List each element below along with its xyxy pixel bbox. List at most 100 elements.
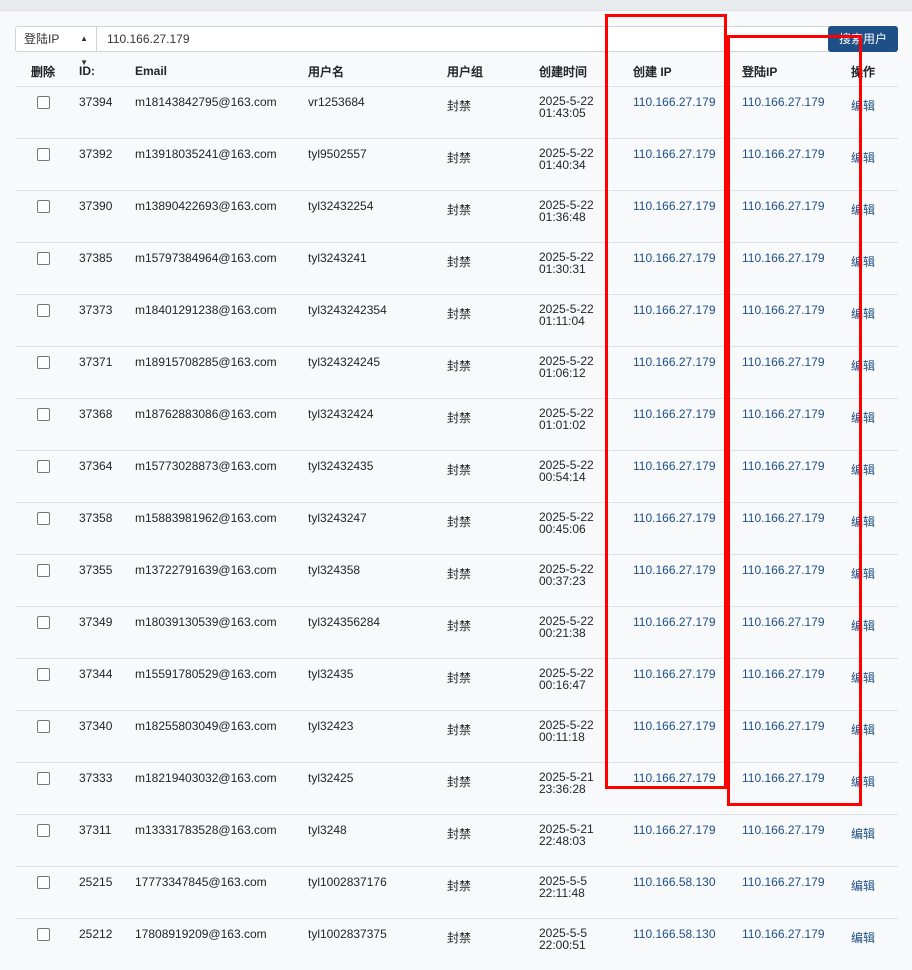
created-ip-link[interactable]: 110.166.27.179	[633, 459, 716, 473]
edit-link[interactable]: 编辑	[851, 203, 875, 217]
login-ip-link[interactable]: 110.166.27.179	[742, 355, 825, 369]
edit-link[interactable]: 编辑	[851, 151, 875, 165]
login-ip-link[interactable]: 110.166.27.179	[742, 95, 825, 109]
edit-link[interactable]: 编辑	[851, 775, 875, 789]
login-ip-link[interactable]: 110.166.27.179	[742, 251, 825, 265]
row-created-time: 2025-5-2201:11:04	[531, 295, 625, 347]
row-created-ip: 110.166.27.179	[625, 347, 734, 399]
login-ip-link[interactable]: 110.166.27.179	[742, 771, 825, 785]
edit-link[interactable]: 编辑	[851, 931, 875, 945]
edit-link[interactable]: 编辑	[851, 827, 875, 841]
search-field-select[interactable]: 登陆IP ▲▼	[15, 26, 97, 52]
created-ip-link[interactable]: 110.166.58.130	[633, 875, 716, 889]
delete-checkbox[interactable]	[37, 512, 50, 525]
row-created-time: 2025-5-2123:36:28	[531, 763, 625, 815]
created-ip-link[interactable]: 110.166.27.179	[633, 407, 716, 421]
login-ip-link[interactable]: 110.166.27.179	[742, 719, 825, 733]
row-group: 封禁	[439, 451, 531, 503]
row-created-date: 2025-5-5	[539, 927, 625, 939]
row-created-clock: 00:21:38	[539, 627, 625, 639]
login-ip-link[interactable]: 110.166.27.179	[742, 823, 825, 837]
row-delete-cell	[15, 295, 71, 347]
edit-link[interactable]: 编辑	[851, 723, 875, 737]
created-ip-link[interactable]: 110.166.27.179	[633, 511, 716, 525]
created-ip-link[interactable]: 110.166.27.179	[633, 719, 716, 733]
login-ip-link[interactable]: 110.166.27.179	[742, 147, 825, 161]
header-login-ip: 登陆IP	[734, 56, 843, 87]
edit-link[interactable]: 编辑	[851, 515, 875, 529]
login-ip-link[interactable]: 110.166.27.179	[742, 927, 825, 941]
login-ip-link[interactable]: 110.166.27.179	[742, 407, 825, 421]
row-created-time: 2025-5-2200:11:18	[531, 711, 625, 763]
row-created-ip: 110.166.27.179	[625, 763, 734, 815]
login-ip-link[interactable]: 110.166.27.179	[742, 199, 825, 213]
delete-checkbox[interactable]	[37, 928, 50, 941]
edit-link[interactable]: 编辑	[851, 99, 875, 113]
row-username: tyl324356284	[300, 607, 439, 659]
row-created-time: 2025-5-2122:48:03	[531, 815, 625, 867]
row-action: 编辑	[843, 711, 898, 763]
delete-checkbox[interactable]	[37, 720, 50, 733]
login-ip-link[interactable]: 110.166.27.179	[742, 563, 825, 577]
row-username: tyl32432435	[300, 451, 439, 503]
created-ip-link[interactable]: 110.166.27.179	[633, 771, 716, 785]
row-created-ip: 110.166.58.130	[625, 919, 734, 970]
login-ip-link[interactable]: 110.166.27.179	[742, 875, 825, 889]
row-username: tyl32432424	[300, 399, 439, 451]
created-ip-link[interactable]: 110.166.27.179	[633, 251, 716, 265]
delete-checkbox[interactable]	[37, 252, 50, 265]
table-row: 37358m15883981962@163.comtyl3243247封禁202…	[15, 503, 898, 555]
created-ip-link[interactable]: 110.166.27.179	[633, 563, 716, 577]
delete-checkbox[interactable]	[37, 304, 50, 317]
edit-link[interactable]: 编辑	[851, 411, 875, 425]
created-ip-link[interactable]: 110.166.27.179	[633, 615, 716, 629]
row-id: 37358	[71, 503, 127, 555]
delete-checkbox[interactable]	[37, 200, 50, 213]
edit-link[interactable]: 编辑	[851, 307, 875, 321]
row-created-clock: 00:54:14	[539, 471, 625, 483]
created-ip-link[interactable]: 110.166.58.130	[633, 927, 716, 941]
row-action: 编辑	[843, 503, 898, 555]
edit-link[interactable]: 编辑	[851, 619, 875, 633]
header-created-ip: 创建 IP	[625, 56, 734, 87]
delete-checkbox[interactable]	[37, 824, 50, 837]
edit-link[interactable]: 编辑	[851, 567, 875, 581]
delete-checkbox[interactable]	[37, 408, 50, 421]
delete-checkbox[interactable]	[37, 616, 50, 629]
edit-link[interactable]: 编辑	[851, 671, 875, 685]
delete-checkbox[interactable]	[37, 876, 50, 889]
login-ip-link[interactable]: 110.166.27.179	[742, 615, 825, 629]
created-ip-link[interactable]: 110.166.27.179	[633, 95, 716, 109]
search-users-button[interactable]: 搜索用户	[828, 26, 898, 52]
created-ip-link[interactable]: 110.166.27.179	[633, 199, 716, 213]
row-delete-cell	[15, 347, 71, 399]
login-ip-link[interactable]: 110.166.27.179	[742, 459, 825, 473]
search-input[interactable]	[96, 26, 829, 52]
row-created-time: 2025-5-522:00:51	[531, 919, 625, 970]
row-created-clock: 22:00:51	[539, 939, 625, 951]
delete-checkbox[interactable]	[37, 460, 50, 473]
edit-link[interactable]: 编辑	[851, 879, 875, 893]
delete-checkbox[interactable]	[37, 96, 50, 109]
created-ip-link[interactable]: 110.166.27.179	[633, 355, 716, 369]
row-created-ip: 110.166.27.179	[625, 191, 734, 243]
created-ip-link[interactable]: 110.166.27.179	[633, 823, 716, 837]
delete-checkbox[interactable]	[37, 148, 50, 161]
edit-link[interactable]: 编辑	[851, 463, 875, 477]
delete-checkbox[interactable]	[37, 668, 50, 681]
edit-link[interactable]: 编辑	[851, 255, 875, 269]
delete-checkbox[interactable]	[37, 772, 50, 785]
created-ip-link[interactable]: 110.166.27.179	[633, 147, 716, 161]
edit-link[interactable]: 编辑	[851, 359, 875, 373]
row-delete-cell	[15, 815, 71, 867]
created-ip-link[interactable]: 110.166.27.179	[633, 303, 716, 317]
row-email: m18762883086@163.com	[127, 399, 300, 451]
login-ip-link[interactable]: 110.166.27.179	[742, 667, 825, 681]
login-ip-link[interactable]: 110.166.27.179	[742, 303, 825, 317]
created-ip-link[interactable]: 110.166.27.179	[633, 667, 716, 681]
login-ip-link[interactable]: 110.166.27.179	[742, 511, 825, 525]
delete-checkbox[interactable]	[37, 356, 50, 369]
delete-checkbox[interactable]	[37, 564, 50, 577]
row-delete-cell	[15, 867, 71, 919]
table-row: 37349m18039130539@163.comtyl324356284封禁2…	[15, 607, 898, 659]
